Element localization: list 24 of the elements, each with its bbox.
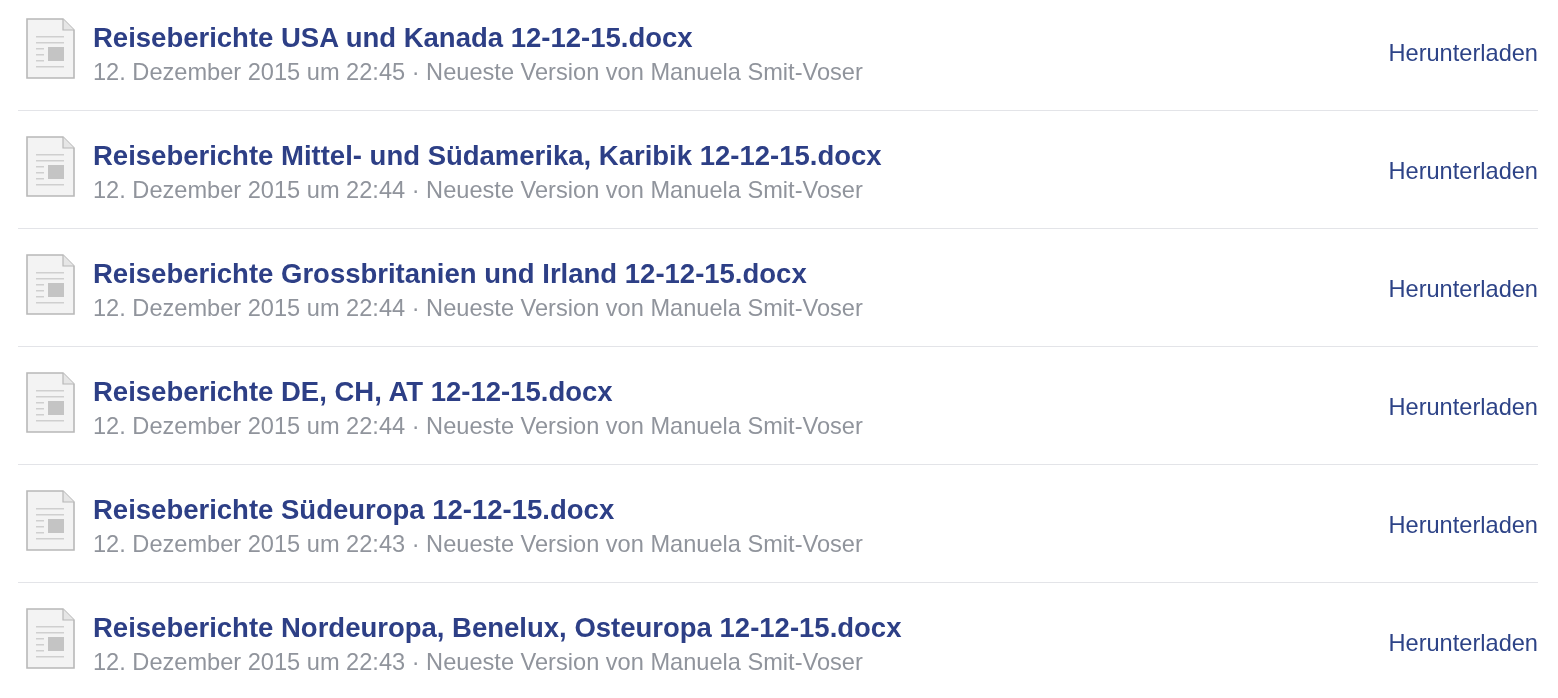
download-link[interactable]: Herunterladen bbox=[1388, 273, 1538, 304]
document-icon bbox=[26, 372, 75, 433]
file-meta-text: 12. Dezember 2015 um 22:43 · Neueste Version von Manuela Smit-Voser bbox=[93, 648, 863, 677]
file-name-link[interactable]: Reiseberichte DE, CH, AT 12-12-15.docx bbox=[93, 376, 613, 408]
file-meta-text: 12. Dezember 2015 um 22:44 · Neueste Version von Manuela Smit-Voser bbox=[93, 294, 863, 323]
download-link[interactable]: Herunterladen bbox=[1388, 391, 1538, 422]
document-icon bbox=[26, 608, 75, 669]
download-link[interactable]: Herunterladen bbox=[1388, 37, 1538, 68]
file-name-link[interactable]: Reiseberichte Nordeuropa, Benelux, Osteuropa 12-12-15.docx bbox=[93, 612, 902, 644]
document-icon bbox=[26, 254, 75, 315]
file-meta-text: 12. Dezember 2015 um 22:44 · Neueste Version von Manuela Smit-Voser bbox=[93, 176, 863, 205]
file-meta-text: 12. Dezember 2015 um 22:43 · Neueste Version von Manuela Smit-Voser bbox=[93, 530, 863, 559]
file-meta-text: 12. Dezember 2015 um 22:44 · Neueste Version von Manuela Smit-Voser bbox=[93, 412, 863, 441]
file-name-link[interactable]: Reiseberichte Grossbritanien und Irland 12-12-15.docx bbox=[93, 258, 807, 290]
download-link[interactable]: Herunterladen bbox=[1388, 509, 1538, 540]
file-name-link[interactable]: Reiseberichte USA und Kanada 12-12-15.docx bbox=[93, 22, 693, 54]
file-name-link[interactable]: Reiseberichte Mittel- und Südamerika, Karibik 12-12-15.docx bbox=[93, 140, 882, 172]
document-icon bbox=[26, 18, 75, 79]
document-icon bbox=[26, 490, 75, 551]
download-link[interactable]: Herunterladen bbox=[1388, 627, 1538, 658]
document-icon bbox=[26, 136, 75, 197]
file-name-link[interactable]: Reiseberichte Südeuropa 12-12-15.docx bbox=[93, 494, 615, 526]
download-link[interactable]: Herunterladen bbox=[1388, 155, 1538, 186]
file-meta-text: 12. Dezember 2015 um 22:45 · Neueste Version von Manuela Smit-Voser bbox=[93, 58, 863, 87]
